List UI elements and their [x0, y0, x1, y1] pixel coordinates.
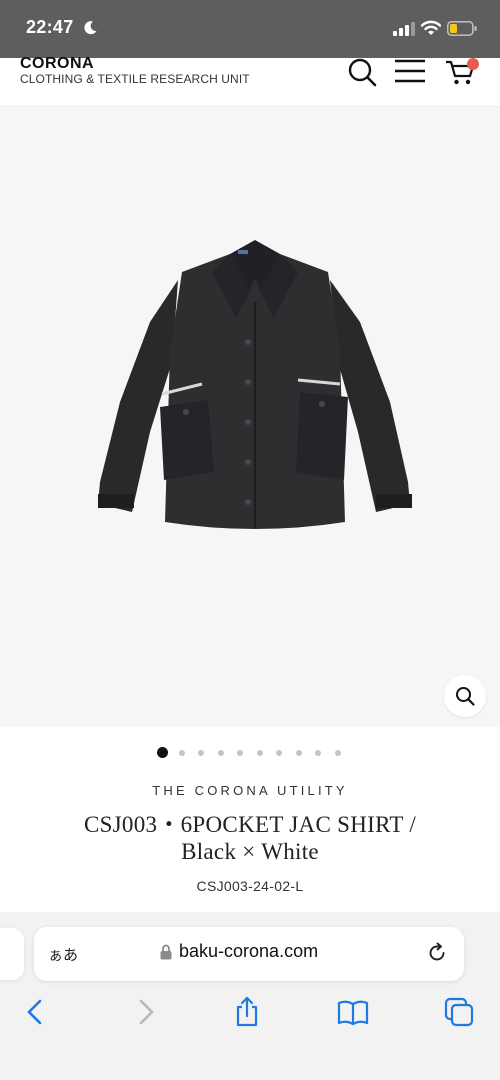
- wifi-icon: [421, 20, 441, 35]
- zoom-icon: [456, 687, 475, 706]
- share-icon[interactable]: [230, 996, 264, 1028]
- brand-logo[interactable]: CORONA: [20, 55, 94, 73]
- product-title-line1: CSJ003・6POCKET JAC SHIRT /: [83, 812, 417, 837]
- moon-icon: [84, 21, 97, 35]
- forward-icon[interactable]: [128, 996, 162, 1028]
- carousel-dot[interactable]: [295, 750, 302, 756]
- search-icon[interactable]: [346, 58, 378, 88]
- status-time: 22:47: [26, 17, 74, 37]
- reader-aa-button[interactable]: ぁあ: [48, 944, 78, 965]
- product-title: CSJ003・6POCKET JAC SHIRT / Black × White: [20, 811, 480, 865]
- browser-toolbar: ぁあ baku-corona.com: [0, 912, 500, 1080]
- previous-tab-preview[interactable]: [0, 928, 24, 980]
- product-sku: CSJ003-24-02-L: [196, 878, 304, 894]
- cart-badge: [467, 58, 479, 70]
- carousel-dots: [0, 746, 500, 760]
- product-brand[interactable]: THE CORONA UTILITY: [0, 783, 500, 798]
- status-bar: 22:47: [0, 0, 500, 58]
- back-icon[interactable]: [19, 996, 53, 1028]
- carousel-dot[interactable]: [237, 750, 243, 756]
- carousel-dot[interactable]: [256, 750, 263, 756]
- carousel-dot[interactable]: [217, 750, 224, 756]
- brand-tagline: CLOTHING & TEXTILE RESEARCH UNIT: [20, 72, 250, 86]
- reload-icon[interactable]: [426, 942, 448, 964]
- lock-icon: [160, 944, 172, 960]
- address-bar[interactable]: ぁあ baku-corona.com: [34, 927, 464, 981]
- tabs-icon[interactable]: [442, 996, 476, 1028]
- product-image-gallery[interactable]: [0, 107, 500, 727]
- product-photo: [98, 240, 412, 529]
- bookmarks-icon[interactable]: [336, 996, 370, 1028]
- carousel-dot-active[interactable]: [157, 747, 168, 758]
- site-header: CORONA CLOTHING & TEXTILE RESEARCH UNIT: [0, 55, 500, 107]
- product-title-line2: Black × White: [181, 839, 319, 864]
- carousel-dot[interactable]: [198, 750, 204, 756]
- url-text[interactable]: baku-corona.com: [179, 941, 318, 962]
- battery-icon: [447, 21, 477, 36]
- zoom-button[interactable]: [444, 675, 486, 717]
- carousel-dot[interactable]: [334, 750, 341, 756]
- signal-icon: [393, 22, 415, 36]
- menu-icon[interactable]: [394, 58, 426, 88]
- carousel-dot[interactable]: [315, 750, 321, 756]
- carousel-dot[interactable]: [276, 750, 282, 756]
- carousel-dot[interactable]: [178, 750, 185, 756]
